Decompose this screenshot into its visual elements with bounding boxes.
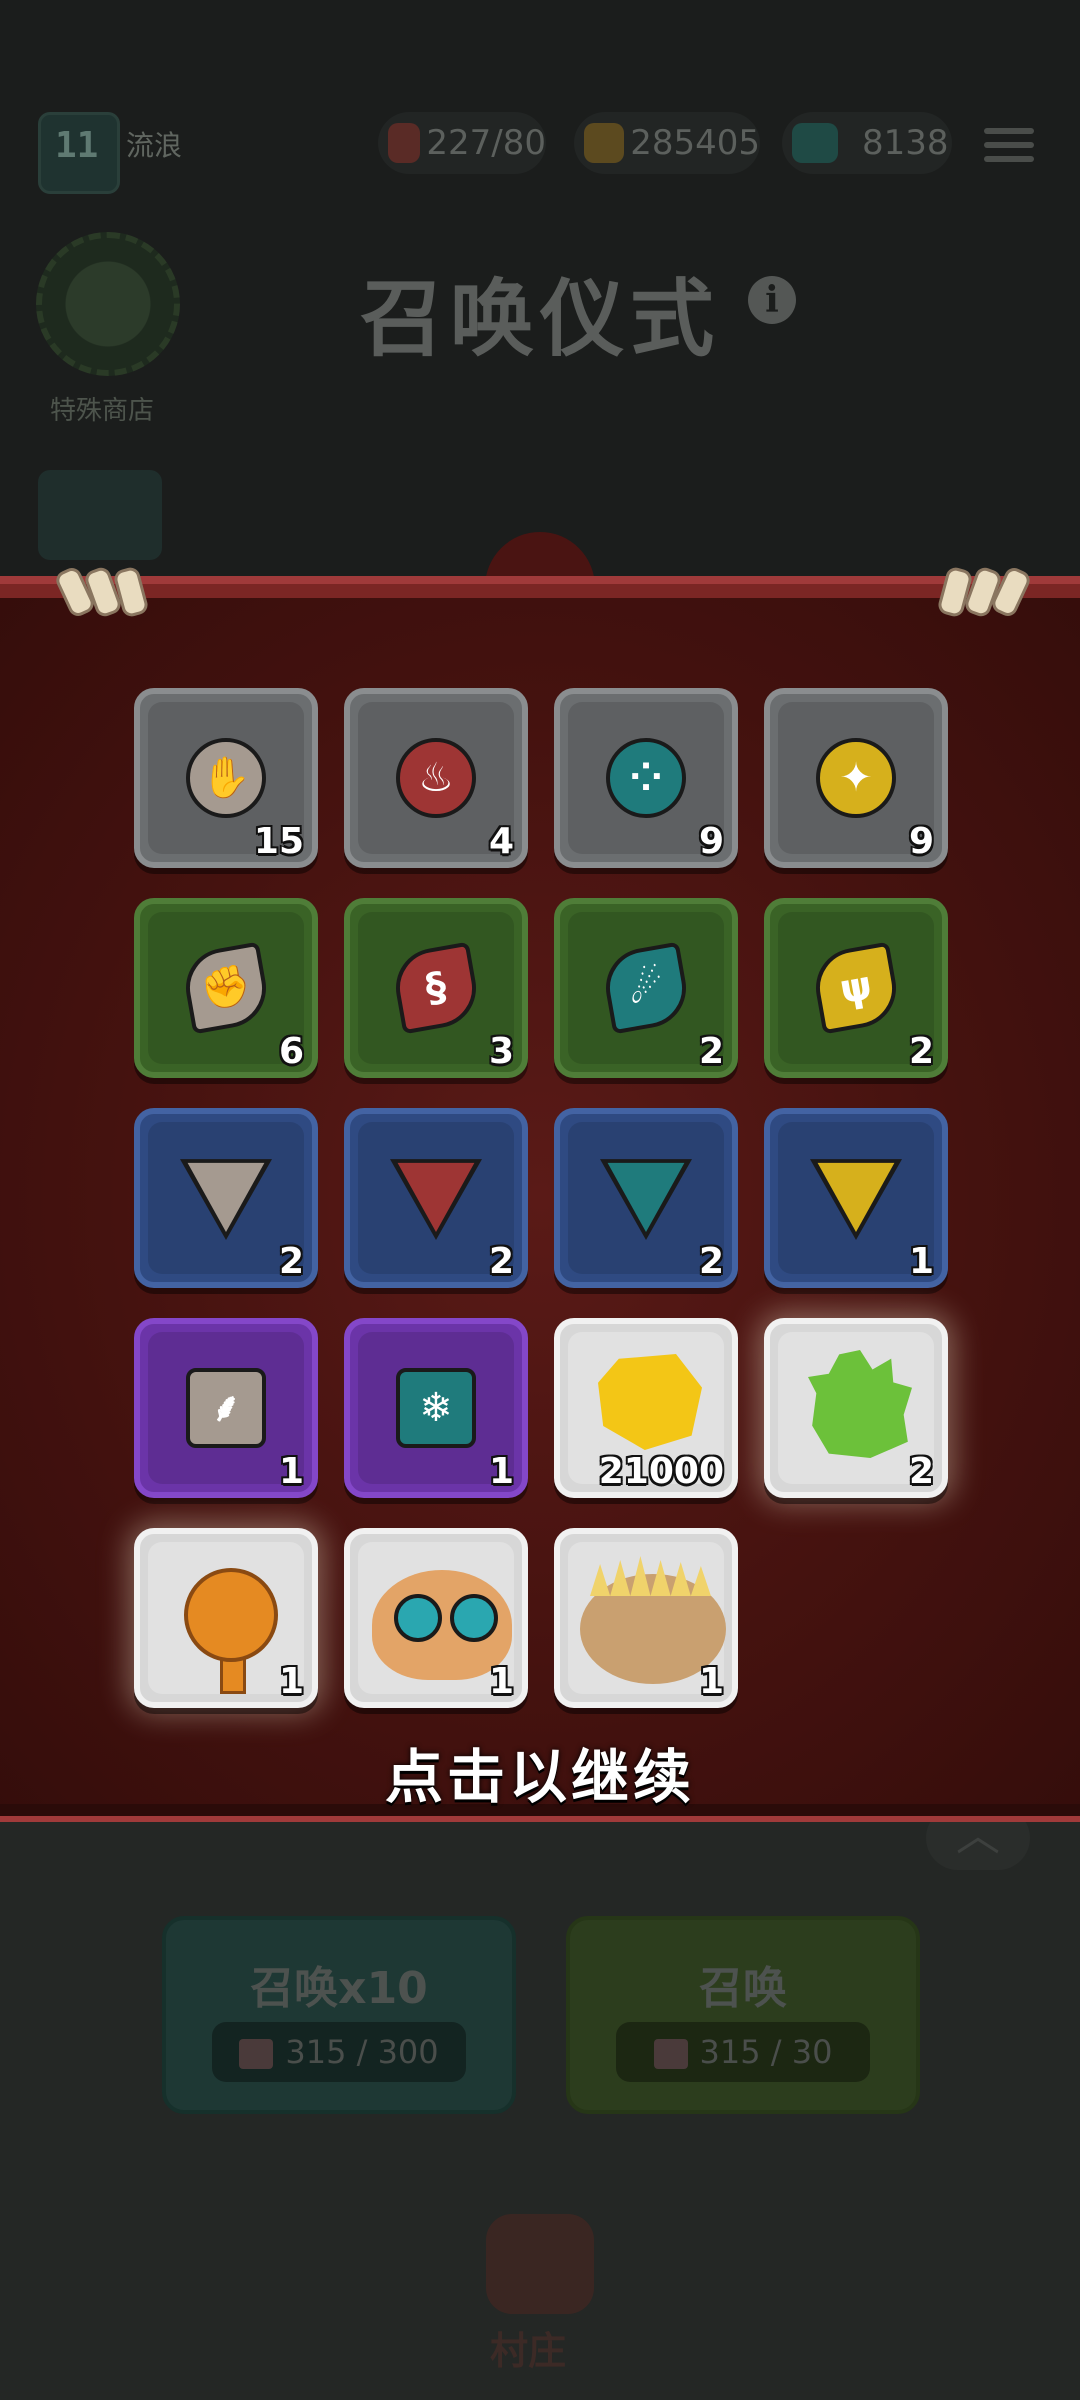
summon-cost: 315 / 30 <box>616 2022 870 2082</box>
item-count: 1 <box>908 1241 934 1282</box>
reward-item[interactable]: ⁘ 9 <box>554 688 738 868</box>
reward-item[interactable]: ✋ 15 <box>134 688 318 868</box>
item-count: 2 <box>698 1031 724 1072</box>
reward-item[interactable]: 1 <box>344 1528 528 1708</box>
item-count: 9 <box>908 821 934 862</box>
item-count: 1 <box>488 1661 514 1702</box>
reward-item[interactable]: 2 <box>554 1108 738 1288</box>
emerald-icon <box>792 123 838 163</box>
info-icon[interactable]: i <box>748 276 796 324</box>
reward-item[interactable]: § 3 <box>344 898 528 1078</box>
fire-swirl-rune-icon: § <box>389 941 483 1035</box>
summon-button[interactable]: 召唤 315 / 30 <box>566 1916 920 2114</box>
water-comet-rune-icon: ☄ <box>599 941 693 1035</box>
fire-bucket-rune-icon: ♨ <box>396 738 476 818</box>
item-count: 9 <box>698 821 724 862</box>
summon-scroll-icon <box>653 2039 688 2069</box>
item-count: 6 <box>278 1031 304 1072</box>
panel-rim-top <box>0 584 1080 598</box>
item-count: 1 <box>698 1661 724 1702</box>
reward-item[interactable]: ✊ 6 <box>134 898 318 1078</box>
item-count: 15 <box>253 821 304 862</box>
menu-button[interactable] <box>980 120 1038 170</box>
stone-claw-rune-icon: ✋ <box>186 738 266 818</box>
item-count: 1 <box>278 1661 304 1702</box>
village-icon[interactable] <box>486 2214 594 2314</box>
meat-resource[interactable]: 227/80 <box>378 112 546 174</box>
reward-item[interactable]: ψ 2 <box>764 898 948 1078</box>
player-name: 流浪 <box>126 129 183 162</box>
stone-branch-rune-icon: ⸙ <box>186 1368 266 1448</box>
item-count: 3 <box>488 1031 514 1072</box>
tap-to-continue-text[interactable]: 点击以继续 <box>0 1730 1080 1814</box>
item-count: 1 <box>278 1451 304 1492</box>
player-avatar[interactable]: 11 <box>38 112 120 194</box>
green-crystal-icon <box>808 1350 912 1458</box>
item-count: 1 <box>488 1451 514 1492</box>
meat-icon <box>388 123 421 163</box>
stone-fist-rune-icon: ✊ <box>179 941 273 1035</box>
reward-item[interactable]: ❄ 1 <box>344 1318 528 1498</box>
summon-cost-value: 315 / 30 <box>699 2033 833 2071</box>
reward-item[interactable]: ☄ 2 <box>554 898 738 1078</box>
village-label: 村庄 <box>490 2329 567 2373</box>
fire-pillar-rune-icon <box>390 1159 482 1240</box>
player-level: 11 <box>55 125 99 166</box>
item-count: 2 <box>278 1241 304 1282</box>
item-count: 4 <box>488 821 514 862</box>
snowflake-rune-icon: ❄ <box>396 1368 476 1448</box>
summon-x10-cost: 315 / 300 <box>212 2022 466 2082</box>
item-count: 21000 <box>598 1451 724 1492</box>
lightning-cloud-rune-icon <box>810 1159 902 1240</box>
reward-item[interactable]: 1 <box>554 1528 738 1708</box>
reward-item[interactable]: ✦ 9 <box>764 688 948 868</box>
gold-ore-icon <box>584 123 625 163</box>
reward-item[interactable]: 1 <box>134 1528 318 1708</box>
gold-resource[interactable]: 285405 <box>574 112 760 174</box>
summon-scroll-icon <box>239 2039 274 2069</box>
reward-item[interactable]: 2 <box>764 1318 948 1498</box>
meat-value: 227/80 <box>426 123 546 163</box>
menu-icon <box>984 128 1034 134</box>
special-shop-label: 特殊商店 <box>50 396 155 426</box>
water-drops-rune-icon: ⁘ <box>606 738 686 818</box>
gem-resource[interactable]: 8138 <box>782 112 952 174</box>
lightning-stars-rune-icon: ✦ <box>816 738 896 818</box>
summon-label: 召唤 <box>699 1963 787 2014</box>
gem-value: 8138 <box>862 123 949 163</box>
gold-value: 285405 <box>630 123 760 163</box>
ice-crystal-rune-icon <box>600 1159 692 1240</box>
reward-item[interactable]: 1 <box>764 1108 948 1288</box>
reward-item[interactable]: ⸙ 1 <box>134 1318 318 1498</box>
reward-item[interactable]: ♨ 4 <box>344 688 528 868</box>
reward-item[interactable]: 2 <box>134 1108 318 1288</box>
item-count: 2 <box>908 1031 934 1072</box>
lightning-sprout-rune-icon: ψ <box>809 941 903 1035</box>
summon-x10-label: 召唤x10 <box>250 1963 428 2014</box>
item-count: 2 <box>488 1241 514 1282</box>
item-count: 2 <box>698 1241 724 1282</box>
summon-x10-button[interactable]: 召唤x10 315 / 300 <box>162 1916 516 2114</box>
gold-nugget-icon <box>598 1354 702 1450</box>
stone-ring-rune-icon <box>180 1159 272 1240</box>
summon-x10-cost-value: 315 / 300 <box>285 2033 439 2071</box>
side-menu-tile[interactable] <box>38 470 162 560</box>
reward-item[interactable]: 21000 <box>554 1318 738 1498</box>
item-count: 2 <box>908 1451 934 1492</box>
reward-item[interactable]: 2 <box>344 1108 528 1288</box>
page-title: 召唤仪式 <box>359 270 720 368</box>
